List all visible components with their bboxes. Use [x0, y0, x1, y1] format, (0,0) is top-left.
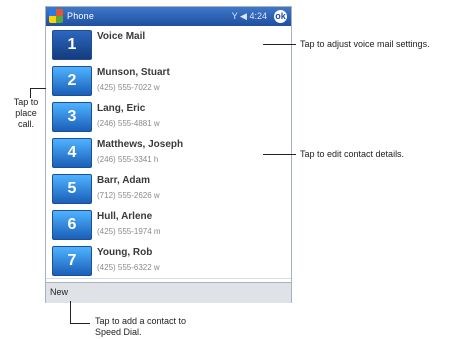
speed-dial-row-6[interactable]: 6 Hull, Arlene (425) 555-1974 m	[46, 206, 291, 243]
callout-line	[70, 301, 71, 323]
callout-place-call-text: Tap to place call.	[13, 97, 39, 129]
speed-dial-button-4[interactable]: 4	[52, 138, 92, 168]
contact-name[interactable]: Lang, Eric	[97, 103, 145, 114]
contact-phone: (246) 555-4881 w	[97, 119, 160, 128]
contact-phone: (425) 555-6322 w	[97, 263, 160, 272]
contact-name[interactable]: Barr, Adam	[97, 175, 150, 186]
windows-start-icon[interactable]	[49, 9, 63, 23]
callout-edit-contact-text: Tap to edit contact details.	[300, 149, 405, 159]
new-menu-item[interactable]: New	[50, 287, 68, 297]
speed-dial-button-2[interactable]: 2	[52, 66, 92, 96]
speed-dial-button-1[interactable]: 1	[52, 30, 92, 60]
speed-dial-row-7[interactable]: 7 Young, Rob (425) 555-6322 w	[46, 242, 291, 279]
callout-voicemail-text: Tap to adjust voice mail settings.	[300, 39, 430, 49]
speed-dial-row-1[interactable]: 1 Voice Mail	[46, 26, 291, 63]
speed-dial-list: 1 Voice Mail 2 Munson, Stuart (425) 555-…	[46, 26, 291, 282]
callout-line	[30, 88, 46, 89]
contact-name[interactable]: Hull, Arlene	[97, 211, 152, 222]
contact-phone: (425) 555-7022 w	[97, 83, 160, 92]
contact-phone: (425) 555-1974 m	[97, 227, 161, 236]
callout-line	[263, 154, 296, 155]
speed-dial-button-6[interactable]: 6	[52, 210, 92, 240]
speed-dial-row-4[interactable]: 4 Matthews, Joseph (246) 555-3341 h	[46, 134, 291, 171]
contact-name[interactable]: Munson, Stuart	[97, 67, 170, 78]
callout-line	[263, 44, 296, 45]
title-bar: Phone Y ◀ 4:24 ok	[46, 7, 291, 26]
speed-dial-button-7[interactable]: 7	[52, 246, 92, 276]
app-title: Phone	[67, 11, 95, 21]
callout-line	[30, 88, 31, 98]
menu-bar: New	[46, 282, 291, 303]
ok-button[interactable]: ok	[274, 10, 287, 23]
contact-name[interactable]: Matthews, Joseph	[97, 139, 183, 150]
callout-add-contact-text: Tap to add a contact to Speed Dial.	[95, 316, 187, 337]
speed-dial-row-2[interactable]: 2 Munson, Stuart (425) 555-7022 w	[46, 62, 291, 99]
speed-dial-row-5[interactable]: 5 Barr, Adam (712) 555-2626 w	[46, 170, 291, 207]
status-icons[interactable]: Y ◀ 4:24	[232, 11, 267, 22]
contact-phone: (712) 555-2626 w	[97, 191, 160, 200]
phone-device-screen: Phone Y ◀ 4:24 ok 1 Voice Mail 2 Munson,…	[45, 6, 292, 303]
callout-line	[70, 323, 90, 324]
contact-name[interactable]: Young, Rob	[97, 247, 152, 258]
contact-name[interactable]: Voice Mail	[97, 31, 145, 42]
contact-phone: (246) 555-3341 h	[97, 155, 159, 164]
speed-dial-row-3[interactable]: 3 Lang, Eric (246) 555-4881 w	[46, 98, 291, 135]
speed-dial-button-3[interactable]: 3	[52, 102, 92, 132]
speed-dial-button-5[interactable]: 5	[52, 174, 92, 204]
